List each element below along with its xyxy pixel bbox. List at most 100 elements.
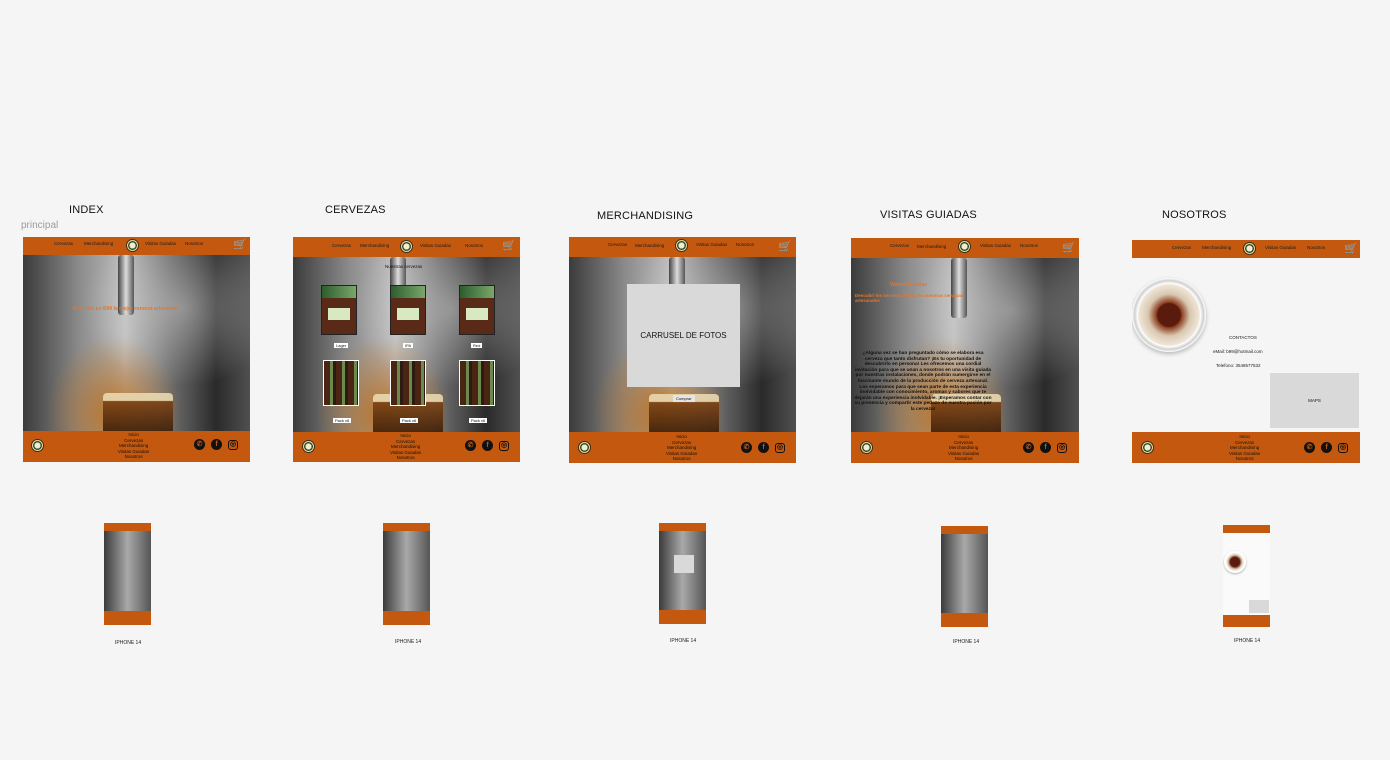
footer-link-nosotros[interactable]: Nosotros bbox=[1229, 456, 1260, 462]
frame-title-merchandising[interactable]: MERCHANDISING bbox=[597, 210, 693, 222]
frame-nosotros[interactable]: Cervezas Merchandising Visitas Guiadas N… bbox=[1132, 240, 1360, 463]
frame-title-index[interactable]: INDEX bbox=[69, 204, 104, 216]
nav-merchandising[interactable]: Merchandising bbox=[917, 244, 946, 249]
instagram-icon[interactable]: ◎ bbox=[775, 443, 785, 453]
hero-image bbox=[23, 255, 250, 431]
footer-links: Inicio Cervezas Merchandising Visitas Gu… bbox=[390, 433, 421, 461]
instagram-icon[interactable]: ◎ bbox=[228, 440, 238, 450]
header-bar: Cervezas Merchandising Visitas Guiadas N… bbox=[293, 237, 520, 257]
cart-icon[interactable]: 🛒 bbox=[778, 242, 792, 253]
frame-title-cervezas[interactable]: CERVEZAS bbox=[325, 204, 386, 216]
facebook-icon[interactable]: f bbox=[1321, 442, 1332, 453]
beer-glass-top-image bbox=[1132, 278, 1206, 352]
nav-visitas[interactable]: Visitas Guiadas bbox=[145, 241, 176, 246]
nav-nosotros[interactable]: Nosotros bbox=[1307, 245, 1325, 250]
nav-nosotros[interactable]: Nosotros bbox=[465, 243, 483, 248]
nav-merchandising[interactable]: Merchandising bbox=[84, 241, 113, 246]
visitas-intro: Descubrí los secretos detrás de nuestras… bbox=[855, 293, 964, 303]
footer-link-merchandising[interactable]: Merchandising bbox=[666, 445, 697, 451]
cart-icon[interactable]: 🛒 bbox=[1062, 243, 1076, 254]
cart-icon[interactable]: 🛒 bbox=[1344, 244, 1358, 255]
footer-link-nosotros[interactable]: Nosotros bbox=[118, 454, 149, 460]
beer-pack-image[interactable] bbox=[390, 360, 426, 406]
contact-phone[interactable]: Telefono: 3548577532 bbox=[1216, 363, 1261, 368]
whatsapp-icon[interactable]: ✆ bbox=[741, 442, 752, 453]
nav-visitas[interactable]: Visitas Guiadas bbox=[1265, 245, 1296, 250]
mobile-frame-cervezas[interactable] bbox=[383, 523, 430, 625]
whatsapp-icon[interactable]: ✆ bbox=[465, 440, 476, 451]
nav-merchandising[interactable]: Merchandising bbox=[1202, 245, 1231, 250]
nav-nosotros[interactable]: Nosotros bbox=[185, 241, 203, 246]
mobile-frame-nosotros[interactable] bbox=[1223, 525, 1270, 627]
mobile-frame-index[interactable] bbox=[104, 523, 151, 625]
cart-icon[interactable]: 🛒 bbox=[502, 241, 516, 252]
nav-visitas[interactable]: Visitas Guiadas bbox=[980, 243, 1011, 248]
footer-link-merchandising[interactable]: Merchandising bbox=[1229, 445, 1260, 451]
footer-link-nosotros[interactable]: Nosotros bbox=[390, 455, 421, 461]
nav-cervezas[interactable]: Cervezas bbox=[54, 241, 73, 246]
nav-visitas[interactable]: Visitas Guiadas bbox=[696, 242, 727, 247]
footer-link-nosotros[interactable]: Nosotros bbox=[948, 456, 979, 462]
footer-logo bbox=[578, 441, 591, 454]
maps-placeholder[interactable]: MAPS bbox=[1270, 373, 1359, 428]
whatsapp-icon[interactable]: ✆ bbox=[1023, 442, 1034, 453]
nav-cervezas[interactable]: Cervezas bbox=[332, 243, 351, 248]
nav-merchandising[interactable]: Merchandising bbox=[360, 243, 389, 248]
nav-cervezas[interactable]: Cervezas bbox=[890, 243, 909, 248]
footer-link-merchandising[interactable]: Merchandising bbox=[118, 443, 149, 449]
nav-nosotros[interactable]: Nosotros bbox=[1020, 243, 1038, 248]
frame-merchandising[interactable]: Cervezas Merchandising Visitas Guiadas N… bbox=[569, 237, 796, 463]
beer-bottle-image[interactable] bbox=[321, 285, 357, 335]
beer-pack-image[interactable] bbox=[459, 360, 495, 406]
mobile-frame-merchandising[interactable] bbox=[659, 523, 706, 624]
product-caption: Pack x6 bbox=[333, 418, 352, 423]
nav-cervezas[interactable]: Cervezas bbox=[608, 242, 627, 247]
frame-index[interactable]: Cervezas Merchandising Visitas Guiadas N… bbox=[23, 237, 250, 462]
cart-icon[interactable]: 🛒 bbox=[233, 240, 247, 251]
instagram-icon[interactable]: ◎ bbox=[1338, 443, 1348, 453]
frame-title-visitas[interactable]: VISITAS GUIADAS bbox=[880, 209, 977, 221]
product-caption: IPA bbox=[403, 343, 414, 348]
footer-link-merchandising[interactable]: Merchandising bbox=[948, 445, 979, 451]
social-icons: ✆ f ◎ bbox=[1304, 441, 1354, 453]
brand-logo[interactable] bbox=[400, 240, 413, 253]
social-icons: ✆ f ◎ bbox=[194, 438, 244, 450]
footer-link-merchandising[interactable]: Merchandising bbox=[390, 444, 421, 450]
instagram-icon[interactable]: ◎ bbox=[499, 441, 509, 451]
buy-button[interactable]: Comprar bbox=[673, 395, 695, 402]
nav-visitas[interactable]: Visitas Guiadas bbox=[420, 243, 451, 248]
brand-logo[interactable] bbox=[1243, 242, 1256, 255]
contact-email[interactable]: eMail: b99@hotmail.com bbox=[1213, 349, 1263, 354]
whatsapp-icon[interactable]: ✆ bbox=[194, 439, 205, 450]
product-caption: Lager bbox=[334, 343, 349, 348]
frame-title-nosotros[interactable]: NOSOTROS bbox=[1162, 209, 1227, 221]
mobile-label-visitas: IPHONE 14 bbox=[953, 639, 980, 645]
beer-bottle-image[interactable] bbox=[390, 285, 426, 335]
facebook-icon[interactable]: f bbox=[1040, 442, 1051, 453]
frame-cervezas[interactable]: Cervezas Merchandising Visitas Guiadas N… bbox=[293, 237, 520, 462]
beer-bottle-image[interactable] bbox=[459, 285, 495, 335]
brand-logo[interactable] bbox=[958, 240, 971, 253]
footer-links: Inicio Cervezas Merchandising Visitas Gu… bbox=[1229, 434, 1260, 462]
mobile-label-index: IPHONE 14 bbox=[115, 640, 142, 646]
whatsapp-icon[interactable]: ✆ bbox=[1304, 442, 1315, 453]
facebook-icon[interactable]: f bbox=[211, 439, 222, 450]
brand-logo[interactable] bbox=[675, 239, 688, 252]
contact-title: CONTACTOS bbox=[1229, 335, 1257, 340]
nav-nosotros[interactable]: Nosotros bbox=[736, 242, 754, 247]
photo-carousel[interactable]: CARRUSEL DE FOTOS bbox=[627, 284, 740, 387]
facebook-icon[interactable]: f bbox=[758, 442, 769, 453]
nav-cervezas[interactable]: Cervezas bbox=[1172, 245, 1191, 250]
footer-link-nosotros[interactable]: Nosotros bbox=[666, 456, 697, 462]
instagram-icon[interactable]: ◎ bbox=[1057, 443, 1067, 453]
brand-logo[interactable] bbox=[126, 239, 139, 252]
nav-merchandising[interactable]: Merchandising bbox=[635, 243, 664, 248]
beer-pack-image[interactable] bbox=[323, 360, 359, 406]
header-bar: Cervezas Merchandising Visitas Guiadas N… bbox=[1132, 240, 1360, 258]
mobile-frame-visitas[interactable] bbox=[941, 526, 988, 627]
social-icons: ✆ f ◎ bbox=[1023, 441, 1073, 453]
facebook-icon[interactable]: f bbox=[482, 440, 493, 451]
frame-visitas[interactable]: Cervezas Merchandising Visitas Guiadas N… bbox=[851, 238, 1079, 463]
product-caption: Red bbox=[471, 343, 483, 348]
footer-logo bbox=[31, 439, 44, 452]
